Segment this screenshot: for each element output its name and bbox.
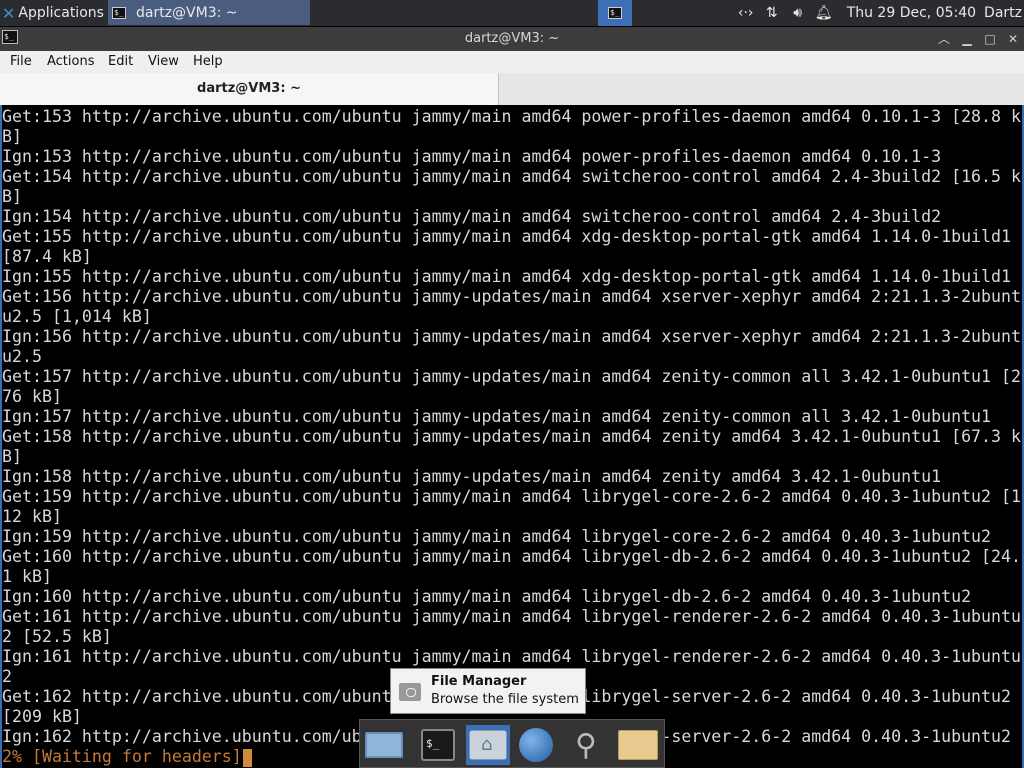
terminal-icon: $_	[608, 7, 622, 19]
taskbar-window-button[interactable]: $_ dartz@VM3: ~	[108, 0, 310, 25]
taskbar-window-title: dartz@VM3: ~	[136, 4, 238, 21]
tooltip-description: Browse the file system	[431, 692, 579, 707]
terminal-line: Get:153 http://archive.ubuntu.com/ubuntu…	[2, 107, 1022, 126]
desktop-icon	[365, 732, 403, 758]
terminal-line: Get:161 http://archive.ubuntu.com/ubuntu…	[2, 607, 1022, 626]
terminal-line: Ign:156 http://archive.ubuntu.com/ubuntu…	[2, 327, 1022, 346]
terminal-line: Get:160 http://archive.ubuntu.com/ubuntu…	[2, 547, 1022, 566]
progress-text: 2% [Waiting for headers]	[2, 747, 242, 766]
user-menu[interactable]: Dartz	[984, 5, 1024, 21]
folder-icon	[618, 730, 658, 760]
volume-icon[interactable]: 🔊︎	[785, 5, 811, 21]
home-folder-icon	[469, 730, 507, 760]
terminal-line: Ign:154 http://archive.ubuntu.com/ubuntu…	[2, 207, 942, 226]
dock-home-folder[interactable]	[466, 725, 510, 765]
maximize-icon[interactable]: □	[981, 30, 999, 48]
terminal-line: 2 [52.5 kB]	[2, 627, 112, 646]
dock: $_ ⚲	[359, 719, 665, 768]
terminal-line: Ign:153 http://archive.ubuntu.com/ubuntu…	[2, 147, 942, 166]
menu-actions[interactable]: Actions	[47, 54, 95, 69]
menu-help[interactable]: Help	[193, 54, 223, 69]
file-manager-tooltip: File Manager Browse the file system	[390, 668, 586, 714]
terminal-line: B]	[2, 447, 22, 466]
magnifier-icon: ⚲	[575, 727, 597, 763]
shade-up-icon[interactable]: ︿	[935, 30, 953, 48]
applications-label: Applications	[18, 5, 104, 21]
dock-files[interactable]	[616, 725, 660, 765]
clock[interactable]: Thu 29 Dec, 05:40	[837, 5, 984, 21]
terminal-line: u2.5	[2, 347, 42, 366]
globe-icon	[519, 728, 553, 762]
notification-bell-icon[interactable]: 🔔︎	[811, 5, 837, 21]
terminal-line: u2.5 [1,014 kB]	[2, 307, 152, 326]
file-manager-icon	[399, 683, 421, 701]
terminal-line: Get:158 http://archive.ubuntu.com/ubuntu…	[2, 427, 1022, 446]
terminal-line: Ign:157 http://archive.ubuntu.com/ubuntu…	[2, 407, 992, 426]
dock-web-browser[interactable]	[514, 725, 558, 765]
terminal-line: B]	[2, 127, 22, 146]
tab-bar: dartz@VM3: ~	[0, 73, 1024, 106]
terminal-line: [87.4 kB]	[2, 247, 92, 266]
menu-view[interactable]: View	[148, 54, 179, 69]
terminal-line: 76 kB]	[2, 387, 62, 406]
menu-file[interactable]: File	[10, 54, 32, 69]
dock-show-desktop[interactable]	[362, 725, 406, 765]
xfce-logo-icon: ✕	[2, 3, 16, 23]
terminal-line: Get:154 http://archive.ubuntu.com/ubuntu…	[2, 167, 1022, 186]
terminal-line: Ign:155 http://archive.ubuntu.com/ubuntu…	[2, 267, 1012, 286]
terminal-line: Get:157 http://archive.ubuntu.com/ubuntu…	[2, 367, 1022, 386]
terminal-line: 1 kB]	[2, 567, 52, 586]
terminal-line: B]	[2, 187, 22, 206]
terminal-line: Ign:158 http://archive.ubuntu.com/ubuntu…	[2, 467, 942, 486]
terminal-icon: $_	[112, 6, 126, 19]
terminal-icon: $_	[421, 729, 455, 761]
system-tray: ‹·› ⇅ 🔊︎ 🔔︎ Thu 29 Dec, 05:40 Dartz	[733, 0, 1024, 26]
workspace-switcher[interactable]: $_	[598, 0, 632, 26]
terminal-line: Ign:159 http://archive.ubuntu.com/ubuntu…	[2, 527, 992, 546]
window-title: dartz@VM3: ~	[464, 31, 560, 46]
transfer-arrows-icon[interactable]: ⇅	[759, 5, 785, 21]
text-cursor	[242, 748, 252, 767]
menu-edit[interactable]: Edit	[108, 54, 133, 69]
network-icon[interactable]: ‹·›	[733, 5, 759, 21]
top-panel: ✕ Applications ⋮ $_ dartz@VM3: ~ $_ ‹·› …	[0, 0, 1024, 26]
dock-app-finder[interactable]: ⚲	[564, 725, 608, 765]
menubar: File Actions Edit View Help	[0, 51, 1024, 74]
terminal-line: Get:155 http://archive.ubuntu.com/ubuntu…	[2, 227, 1012, 246]
terminal-line: Ign:161 http://archive.ubuntu.com/ubuntu…	[2, 647, 1022, 666]
tooltip-title: File Manager	[431, 674, 527, 689]
terminal-line: Get:156 http://archive.ubuntu.com/ubuntu…	[2, 287, 1022, 306]
window-titlebar[interactable]: $_ dartz@VM3: ~ ︿ ▁ □ ✕	[0, 27, 1024, 51]
minimize-icon[interactable]: ▁	[958, 30, 976, 48]
dock-terminal[interactable]: $_	[416, 725, 460, 765]
terminal-line: Ign:160 http://archive.ubuntu.com/ubuntu…	[2, 587, 972, 606]
applications-menu[interactable]: ✕ Applications ⋮	[0, 0, 121, 26]
terminal-line: 12 kB]	[2, 507, 62, 526]
tab-terminal[interactable]: dartz@VM3: ~	[0, 73, 499, 105]
close-icon[interactable]: ✕	[1004, 30, 1022, 48]
terminal-line: Get:159 http://archive.ubuntu.com/ubuntu…	[2, 487, 1022, 506]
